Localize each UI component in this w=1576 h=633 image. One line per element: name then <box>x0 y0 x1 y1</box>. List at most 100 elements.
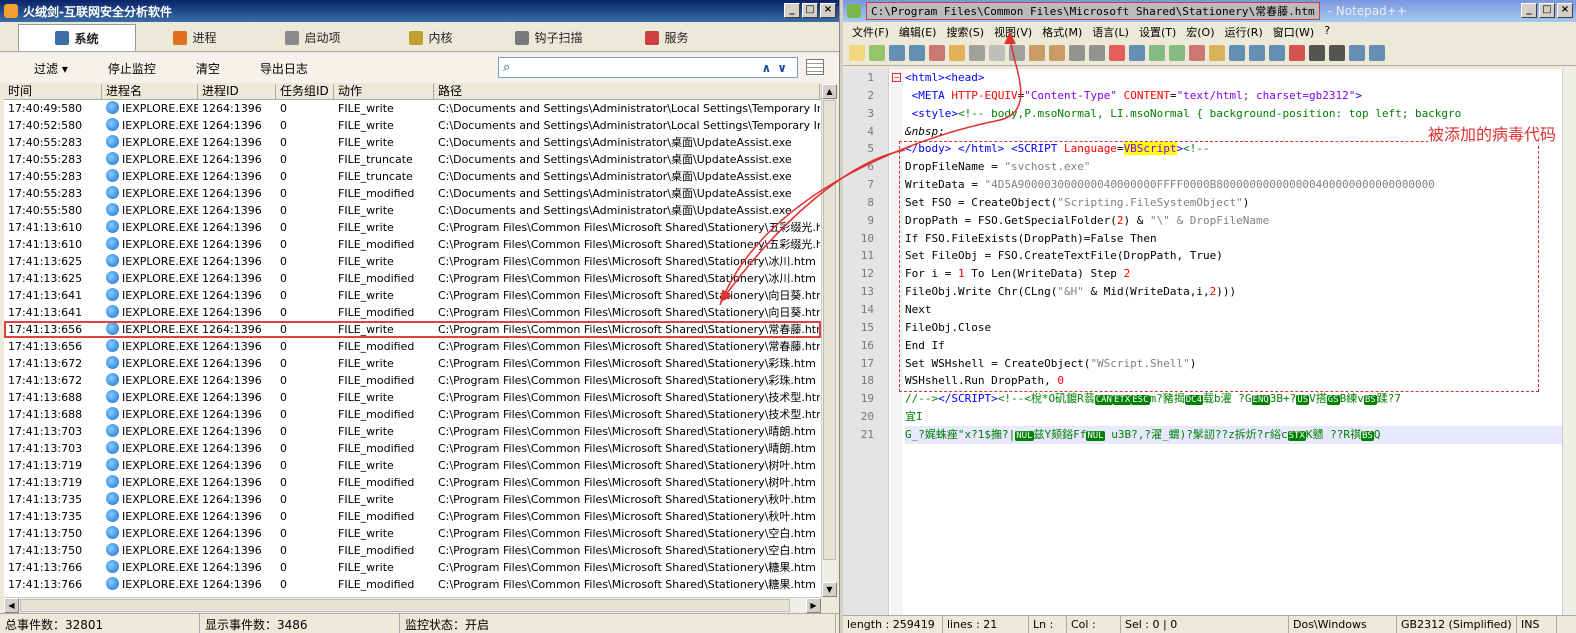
table-row[interactable]: 17:41:13:641 IEXPLORE.EXE 1264:1396 0 FILE_m… <box>4 304 821 321</box>
table-row[interactable]: 17:41:13:750 IEXPLORE.EXE 1264:1396 0 FILE_w… <box>4 525 821 542</box>
tab-4[interactable]: 钩子扫描 <box>490 24 608 51</box>
tab-1[interactable]: 进程 <box>136 24 254 51</box>
tab-0[interactable]: 系统 <box>18 24 136 51</box>
table-row[interactable]: 17:41:13:625 IEXPLORE.EXE 1264:1396 0 FILE_w… <box>4 253 821 270</box>
stop-monitor-button[interactable]: 停止监控 <box>88 60 176 77</box>
table-row[interactable]: 17:41:13:672 IEXPLORE.EXE 1264:1396 0 FILE_m… <box>4 372 821 389</box>
table-row[interactable]: 17:41:13:656 IEXPLORE.EXE 1264:1396 0 FILE_w… <box>4 321 821 338</box>
table-row[interactable]: 17:40:55:580 IEXPLORE.EXE 1264:1396 0 FILE_w… <box>4 202 821 219</box>
toolbar-icon[interactable] <box>1209 44 1225 61</box>
code-area[interactable]: <html><head> <META HTTP-EQUIV="Content-T… <box>905 69 1562 615</box>
filter-button[interactable]: 过滤 ▾ <box>14 60 88 77</box>
table-row[interactable]: 17:40:52:580 IEXPLORE.EXE 1264:1396 0 FILE_w… <box>4 117 821 134</box>
toolbar-icon[interactable] <box>1349 44 1365 61</box>
menu-item[interactable]: 文件(F) <box>847 22 894 40</box>
editor-vertical-scrollbar[interactable] <box>1562 69 1576 615</box>
toolbar-icon[interactable] <box>1109 44 1125 61</box>
toolbar-icon[interactable] <box>1249 44 1265 61</box>
maximize-button[interactable]: □ <box>802 3 818 18</box>
tab-3[interactable]: 内核 <box>372 24 490 51</box>
column-header[interactable]: 路径 <box>434 84 820 99</box>
table-row[interactable]: 17:41:13:766 IEXPLORE.EXE 1264:1396 0 FILE_m… <box>4 576 821 593</box>
toolbar-icon[interactable] <box>1269 44 1285 61</box>
toolbar-icon[interactable] <box>1329 44 1345 61</box>
horizontal-scrollbar[interactable]: ◀ ▶ <box>4 597 821 613</box>
fold-margin[interactable]: − <box>891 69 903 615</box>
menu-item[interactable]: 编辑(E) <box>894 22 942 40</box>
table-row[interactable]: 17:40:55:283 IEXPLORE.EXE 1264:1396 0 FILE_m… <box>4 185 821 202</box>
column-header[interactable]: 动作 <box>334 84 434 99</box>
toolbar-icon[interactable] <box>1129 44 1145 61</box>
toolbar-icon[interactable] <box>989 44 1005 61</box>
column-header[interactable]: 进程名 <box>102 84 198 99</box>
table-row[interactable]: 17:41:13:750 IEXPLORE.EXE 1264:1396 0 FILE_m… <box>4 542 821 559</box>
menu-item[interactable]: 运行(R) <box>1220 22 1268 40</box>
menu-item[interactable]: 窗口(W) <box>1268 22 1319 40</box>
toolbar-icon[interactable] <box>1189 44 1205 61</box>
table-row[interactable]: 17:41:13:703 IEXPLORE.EXE 1264:1396 0 FILE_m… <box>4 440 821 457</box>
toolbar-icon[interactable] <box>889 44 905 61</box>
scroll-left-arrow[interactable]: ◀ <box>4 598 19 613</box>
tab-5[interactable]: 服务 <box>608 24 726 51</box>
toolbar-icon[interactable] <box>1229 44 1245 61</box>
code-editor[interactable]: 1 2 3 4 5 6 7 8 9 10 11 12 13 14 15 16 17 18 19 20 21 − <htm… <box>843 69 1562 615</box>
table-row[interactable]: 17:41:13:610 IEXPLORE.EXE 1264:1396 0 FILE_w… <box>4 219 821 236</box>
minimize-button[interactable]: _ <box>784 3 800 18</box>
table-row[interactable]: 17:41:13:625 IEXPLORE.EXE 1264:1396 0 FILE_m… <box>4 270 821 287</box>
tab-2[interactable]: 启动项 <box>254 24 372 51</box>
table-row[interactable]: 17:41:13:688 IEXPLORE.EXE 1264:1396 0 FILE_w… <box>4 389 821 406</box>
table-row[interactable]: 17:41:13:656 IEXPLORE.EXE 1264:1396 0 FILE_m… <box>4 338 821 355</box>
toolbar-icon[interactable] <box>849 44 865 61</box>
minimize-button[interactable]: _ <box>1521 3 1537 18</box>
search-input[interactable]: ⌕ ∧∨ <box>498 57 798 78</box>
table-row[interactable]: 17:40:55:283 IEXPLORE.EXE 1264:1396 0 FILE_t… <box>4 151 821 168</box>
column-header[interactable]: 进程ID <box>198 84 276 99</box>
maximize-button[interactable]: □ <box>1539 3 1555 18</box>
toolbar-icon[interactable] <box>1369 44 1385 61</box>
scroll-right-arrow[interactable]: ▶ <box>806 598 821 613</box>
toolbar-icon[interactable] <box>1149 44 1165 61</box>
menu-item[interactable]: 视图(V) <box>989 22 1037 40</box>
close-button[interactable]: × <box>820 3 836 18</box>
toolbar-icon[interactable] <box>1089 44 1105 61</box>
column-header[interactable]: 时间 <box>4 84 102 99</box>
scroll-down-arrow[interactable]: ▼ <box>822 582 837 597</box>
scroll-up-arrow[interactable]: ▲ <box>822 84 837 99</box>
menu-item[interactable]: 语言(L) <box>1087 22 1134 40</box>
toolbar-icon[interactable] <box>1069 44 1085 61</box>
menu-item[interactable]: ? <box>1319 22 1335 40</box>
table-row[interactable]: 17:41:13:719 IEXPLORE.EXE 1264:1396 0 FILE_m… <box>4 474 821 491</box>
menu-item[interactable]: 搜索(S) <box>941 22 989 40</box>
toolbar-icon[interactable] <box>1309 44 1325 61</box>
toolbar-icon[interactable] <box>1009 44 1025 61</box>
table-row[interactable]: 17:41:13:688 IEXPLORE.EXE 1264:1396 0 FILE_m… <box>4 406 821 423</box>
table-row[interactable]: 17:41:13:735 IEXPLORE.EXE 1264:1396 0 FILE_w… <box>4 491 821 508</box>
column-header[interactable]: 任务组ID <box>276 84 334 99</box>
table-row[interactable]: 17:40:55:283 IEXPLORE.EXE 1264:1396 0 FILE_w… <box>4 134 821 151</box>
toolbar-icon[interactable] <box>909 44 925 61</box>
column-settings-button[interactable] <box>806 59 824 75</box>
table-row[interactable]: 17:41:13:719 IEXPLORE.EXE 1264:1396 0 FILE_w… <box>4 457 821 474</box>
table-row[interactable]: 17:41:13:735 IEXPLORE.EXE 1264:1396 0 FILE_m… <box>4 508 821 525</box>
toolbar-icon[interactable] <box>929 44 945 61</box>
toolbar-icon[interactable] <box>949 44 965 61</box>
table-row[interactable]: 17:41:13:703 IEXPLORE.EXE 1264:1396 0 FILE_w… <box>4 423 821 440</box>
table-row[interactable]: 17:41:13:610 IEXPLORE.EXE 1264:1396 0 FILE_m… <box>4 236 821 253</box>
menu-item[interactable]: 设置(T) <box>1134 22 1181 40</box>
menu-item[interactable]: 格式(M) <box>1037 22 1087 40</box>
close-button[interactable]: × <box>1557 3 1573 18</box>
menu-item[interactable]: 宏(O) <box>1181 22 1219 40</box>
table-row[interactable]: 17:40:55:283 IEXPLORE.EXE 1264:1396 0 FILE_t… <box>4 168 821 185</box>
toolbar-icon[interactable] <box>1029 44 1045 61</box>
toolbar-icon[interactable] <box>969 44 985 61</box>
table-row[interactable]: 17:41:13:672 IEXPLORE.EXE 1264:1396 0 FILE_w… <box>4 355 821 372</box>
table-row[interactable]: 17:40:49:580 IEXPLORE.EXE 1264:1396 0 FILE_w… <box>4 100 821 117</box>
export-log-button[interactable]: 导出日志 <box>240 60 328 77</box>
toolbar-icon[interactable] <box>869 44 885 61</box>
vertical-scrollbar[interactable]: ▲ ▼ <box>821 84 837 597</box>
toolbar-icon[interactable] <box>1169 44 1185 61</box>
toolbar-icon[interactable] <box>1049 44 1065 61</box>
clear-button[interactable]: 清空 <box>176 60 240 77</box>
table-row[interactable]: 17:41:13:641 IEXPLORE.EXE 1264:1396 0 FILE_w… <box>4 287 821 304</box>
toolbar-icon[interactable] <box>1289 44 1305 61</box>
